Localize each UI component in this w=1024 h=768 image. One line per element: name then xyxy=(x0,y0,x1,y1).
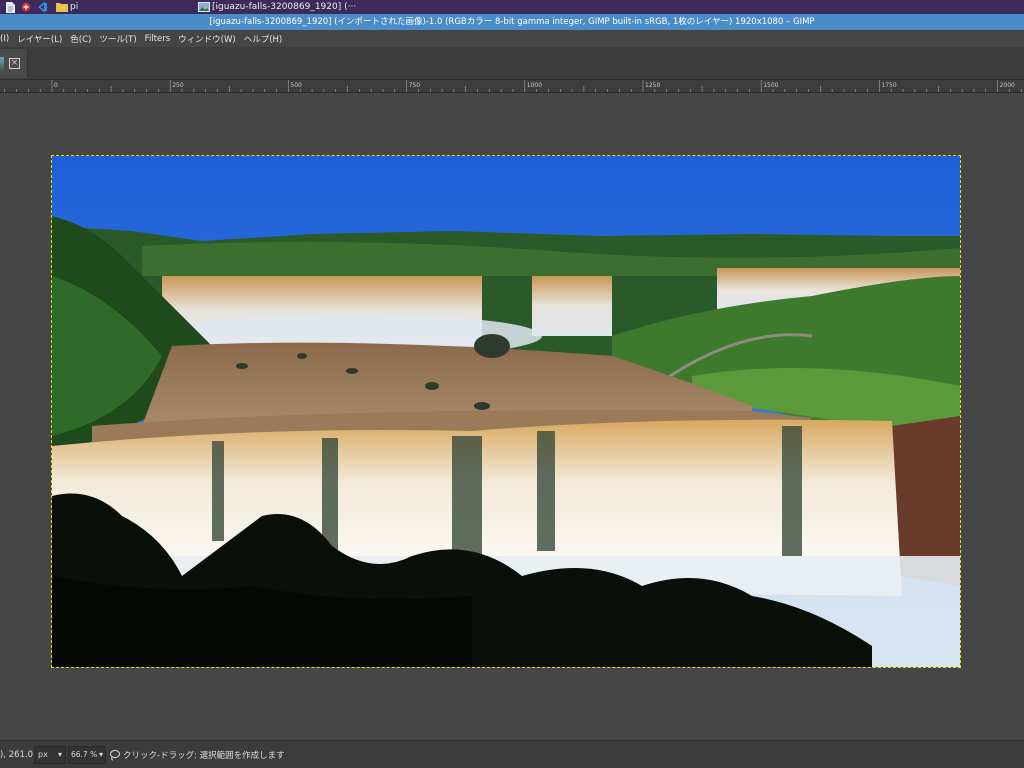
ruler-label: 2000 xyxy=(1000,82,1015,89)
taskbar-task-label: [iguazu-falls-3200869_1920] (··· xyxy=(212,2,357,12)
menubar: (I) レイヤー(L) 色(C) ツール(T) Filters ウィンドウ(W)… xyxy=(0,30,1024,47)
chevron-down-icon: ▾ xyxy=(98,750,103,759)
waterfall-photo xyxy=(52,156,960,667)
menu-tools[interactable]: ツール(T) xyxy=(95,33,140,45)
menu-layer[interactable]: レイヤー(L) xyxy=(13,33,66,45)
zoom-value: 66.7 % xyxy=(71,750,98,759)
image-icon xyxy=(198,2,210,12)
menu-help[interactable]: ヘルプ(H) xyxy=(240,33,287,45)
ruler-label: 0 xyxy=(54,82,58,89)
ruler-ticks: 0 250 500 750 1000 1250 1500 1750 2000 xyxy=(4,80,1022,92)
window-title: [iguazu-falls-3200869_1920] (インポートされた画像)… xyxy=(0,14,1024,30)
ruler-label: 1500 xyxy=(763,82,778,89)
status-message-text: クリック-ドラッグ: 選択範囲を作成します xyxy=(123,750,285,761)
image-tab-bar: × xyxy=(0,47,1024,80)
taskbar-gimp-task[interactable]: [iguazu-falls-3200869_1920] (··· xyxy=(198,1,356,13)
file-icon[interactable] xyxy=(4,1,16,13)
ruler-label: 250 xyxy=(172,82,184,89)
unit-dropdown[interactable]: px ▾ xyxy=(34,745,66,764)
image-tab[interactable]: × xyxy=(0,49,28,78)
status-bar: ), 261.0 px ▾ 66.7 % ▾ クリック-ドラッグ: 選択範囲を作… xyxy=(0,740,1024,768)
canvas-area[interactable] xyxy=(0,93,1024,740)
close-icon[interactable]: × xyxy=(9,58,20,69)
vscode-icon[interactable] xyxy=(36,2,48,13)
free-select-icon xyxy=(110,749,120,760)
ruler-label: 500 xyxy=(290,82,302,89)
ruler-label: 1000 xyxy=(527,82,542,89)
zoom-dropdown[interactable]: 66.7 % ▾ xyxy=(68,745,106,764)
red-app-icon[interactable] xyxy=(20,2,32,13)
pointer-coordinates: ), 261.0 xyxy=(0,749,34,760)
folder-icon[interactable] xyxy=(56,2,68,13)
folder-label[interactable]: pi xyxy=(70,2,78,12)
menu-colors[interactable]: 色(C) xyxy=(66,33,95,45)
image-thumbnail xyxy=(0,57,4,71)
menu-filters[interactable]: Filters xyxy=(141,34,174,44)
ruler-label: 750 xyxy=(409,82,421,89)
chevron-down-icon: ▾ xyxy=(57,750,62,759)
taskbar: pi [iguazu-falls-3200869_1920] (··· xyxy=(0,0,1024,14)
horizontal-ruler[interactable]: 0 250 500 750 1000 1250 1500 1750 2000 xyxy=(0,80,1024,93)
image-canvas[interactable] xyxy=(51,155,961,668)
menu-image[interactable]: (I) xyxy=(0,34,13,44)
menu-windows[interactable]: ウィンドウ(W) xyxy=(174,33,240,45)
ruler-label: 1750 xyxy=(881,82,896,89)
ruler-label: 1250 xyxy=(645,82,660,89)
status-message: クリック-ドラッグ: 選択範囲を作成します xyxy=(109,749,285,761)
unit-value: px xyxy=(38,750,48,759)
